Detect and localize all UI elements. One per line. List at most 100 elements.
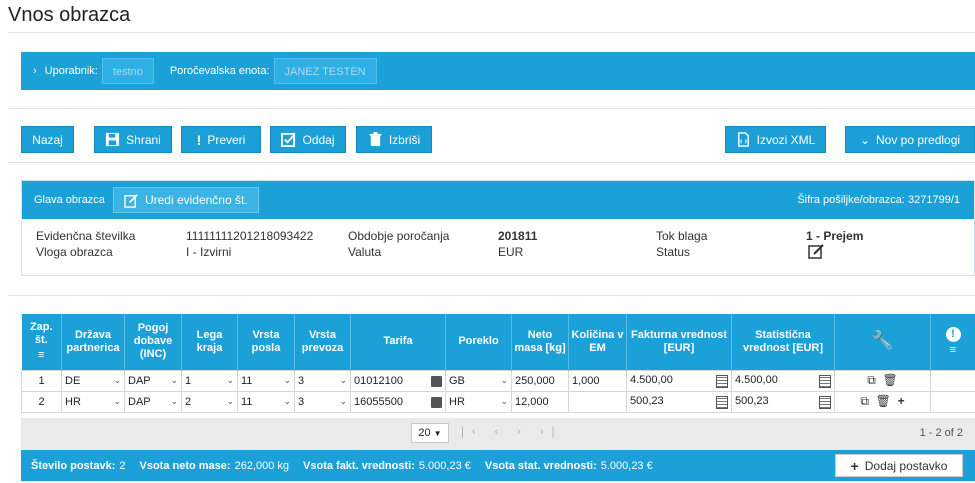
location-select[interactable]: 2 ⌄: [181, 390, 238, 413]
page-size-select[interactable]: 20 ▼: [411, 423, 449, 443]
stat-value: 500,23: [735, 394, 769, 407]
invoice-field[interactable]: 500,23: [626, 390, 732, 413]
col-country[interactable]: Država partnerica: [61, 314, 125, 370]
calculator-icon[interactable]: [819, 374, 831, 388]
calculator-icon[interactable]: [819, 395, 831, 409]
back-button[interactable]: Nazaj: [21, 126, 74, 153]
delivery-select[interactable]: DAP ⌄: [124, 390, 182, 413]
col-tariff[interactable]: Tarifa: [350, 314, 446, 370]
col-stat[interactable]: Statistična vrednost [EUR]: [731, 314, 835, 370]
save-button[interactable]: Shrani: [94, 126, 172, 153]
caret-down-icon: ▼: [433, 428, 442, 438]
status-label: Status: [656, 245, 691, 259]
delete-label: Izbriši: [388, 132, 421, 147]
col-delivery[interactable]: Pogoj dobave (INC): [124, 314, 182, 370]
invoice-value: 500,23: [630, 394, 664, 407]
copy-icon[interactable]: ⧉: [860, 394, 869, 408]
filter-icon[interactable]: ≡: [933, 344, 973, 357]
delivery-select[interactable]: DAP ⌄: [124, 369, 182, 392]
role-value: I - Izvirni: [186, 245, 232, 259]
stat-total-value: 5.000,23 €: [600, 459, 653, 472]
totals-footer: Število postavk: 2 Vsota neto mase: 262,…: [21, 450, 975, 481]
plus-icon[interactable]: +: [898, 394, 905, 408]
header-panel: Glava obrazca Uredi evidenčno št. Šifra …: [21, 180, 975, 276]
checkbox-icon: [281, 132, 296, 147]
export-xml-button[interactable]: Izvozi XML: [725, 126, 826, 153]
col-qty[interactable]: Količina v EM: [568, 314, 627, 370]
col-transaction[interactable]: Vrsta posla: [237, 314, 295, 370]
col-mass[interactable]: Neto masa [kg]: [511, 314, 569, 370]
tariff-field[interactable]: 16055500: [350, 390, 446, 413]
chevron-down-icon: ⌄: [170, 396, 178, 406]
transport-select[interactable]: 3 ⌄: [294, 390, 351, 413]
currency-value: EUR: [498, 245, 524, 259]
chevron-down-icon: ⌄: [113, 396, 121, 406]
stat-field[interactable]: 4.500,00: [731, 369, 835, 392]
add-item-label: Dodaj postavko: [864, 458, 948, 473]
invoice-field[interactable]: 4.500,00: [626, 369, 732, 392]
location-select[interactable]: 1 ⌄: [181, 369, 238, 392]
trash-icon[interactable]: 🗑: [876, 394, 891, 408]
form-code: Šifra pošiljke/obrazca: 3271799/1: [797, 194, 960, 206]
transport-value: 3: [298, 374, 305, 387]
calculator-icon[interactable]: [716, 374, 728, 388]
add-item-button[interactable]: + Dodaj postavko: [835, 454, 963, 477]
col-transport[interactable]: Vrsta prevoza: [294, 314, 351, 370]
col-location[interactable]: Lega kraja: [181, 314, 238, 370]
delivery-value: DAP: [128, 395, 151, 408]
delivery-value: DAP: [128, 374, 151, 387]
header-bar: Glava obrazca Uredi evidenčno št. Šifra …: [22, 181, 974, 219]
box-icon[interactable]: [431, 375, 442, 387]
chevron-down-icon: ⌄: [226, 375, 234, 385]
pager-nav[interactable]: |‹ ‹ › ›|: [461, 426, 563, 438]
tariff-value: 01012100: [354, 374, 403, 387]
stat-field[interactable]: 500,23: [731, 390, 835, 413]
submit-button[interactable]: Oddaj: [270, 126, 346, 153]
user-field: testno: [101, 58, 154, 84]
divider: [8, 108, 975, 109]
origin-value: HR: [449, 395, 465, 408]
country-select[interactable]: DE ⌄: [61, 369, 125, 392]
user-label: Uporabnik:: [44, 65, 98, 77]
box-icon[interactable]: [431, 396, 442, 408]
transaction-value: 11: [241, 374, 253, 387]
col-invoice[interactable]: Fakturna vrednost [EUR]: [626, 314, 732, 370]
qty-field[interactable]: 1,000: [568, 369, 627, 392]
mass-field[interactable]: 250,000: [511, 369, 569, 392]
col-seq[interactable]: Zap. št. ≡: [21, 314, 62, 370]
xml-file-icon: [737, 132, 749, 147]
tariff-field[interactable]: 01012100: [350, 369, 446, 392]
row-actions: ⧉ 🗑: [834, 369, 931, 392]
chevron-right-icon[interactable]: ›: [33, 65, 37, 77]
col-origin[interactable]: Poreklo: [445, 314, 512, 370]
transaction-select[interactable]: 11 ⌄: [237, 369, 295, 392]
origin-select[interactable]: GB ⌄: [445, 369, 512, 392]
header-title: Glava obrazca: [34, 194, 105, 206]
table-row[interactable]: 1 DE ⌄ DAP ⌄ 1 ⌄ 11 ⌄ 3 ⌄ 01012100 GB ⌄ 250,00…: [21, 369, 975, 392]
transport-select[interactable]: 3 ⌄: [294, 369, 351, 392]
chevron-down-icon: ⌄: [170, 375, 178, 385]
new-template-label: Nov po predlogi: [876, 132, 961, 147]
back-label: Nazaj: [32, 132, 63, 147]
filter-icon[interactable]: ≡: [24, 349, 60, 362]
export-xml-label: Izvozi XML: [756, 132, 816, 147]
mass-field[interactable]: 12,000: [511, 390, 569, 413]
status-edit-icon[interactable]: [808, 243, 826, 262]
origin-select[interactable]: HR ⌄: [445, 390, 512, 413]
chevron-down-icon: ⌄: [859, 132, 870, 147]
copy-icon[interactable]: ⧉: [867, 373, 876, 387]
qty-field[interactable]: [568, 390, 627, 413]
edit-evidence-button[interactable]: Uredi evidenčno št.: [112, 187, 259, 213]
trash-icon[interactable]: 🗑: [883, 373, 898, 387]
col-seq-label: Zap. št.: [29, 321, 53, 347]
transport-value: 3: [298, 395, 305, 408]
new-from-template-button[interactable]: ⌄ Nov po predlogi: [845, 126, 975, 153]
delete-button[interactable]: Izbriši: [356, 126, 432, 153]
edit-icon: [124, 193, 138, 208]
calculator-icon[interactable]: [716, 395, 728, 409]
table-row[interactable]: 2 HR ⌄ DAP ⌄ 2 ⌄ 11 ⌄ 3 ⌄ 16055500 HR ⌄ 12,000…: [21, 390, 975, 413]
alert-icon: !: [945, 326, 961, 342]
check-button[interactable]: ! Preveri: [181, 126, 261, 153]
country-select[interactable]: HR ⌄: [61, 390, 125, 413]
transaction-select[interactable]: 11 ⌄: [237, 390, 295, 413]
